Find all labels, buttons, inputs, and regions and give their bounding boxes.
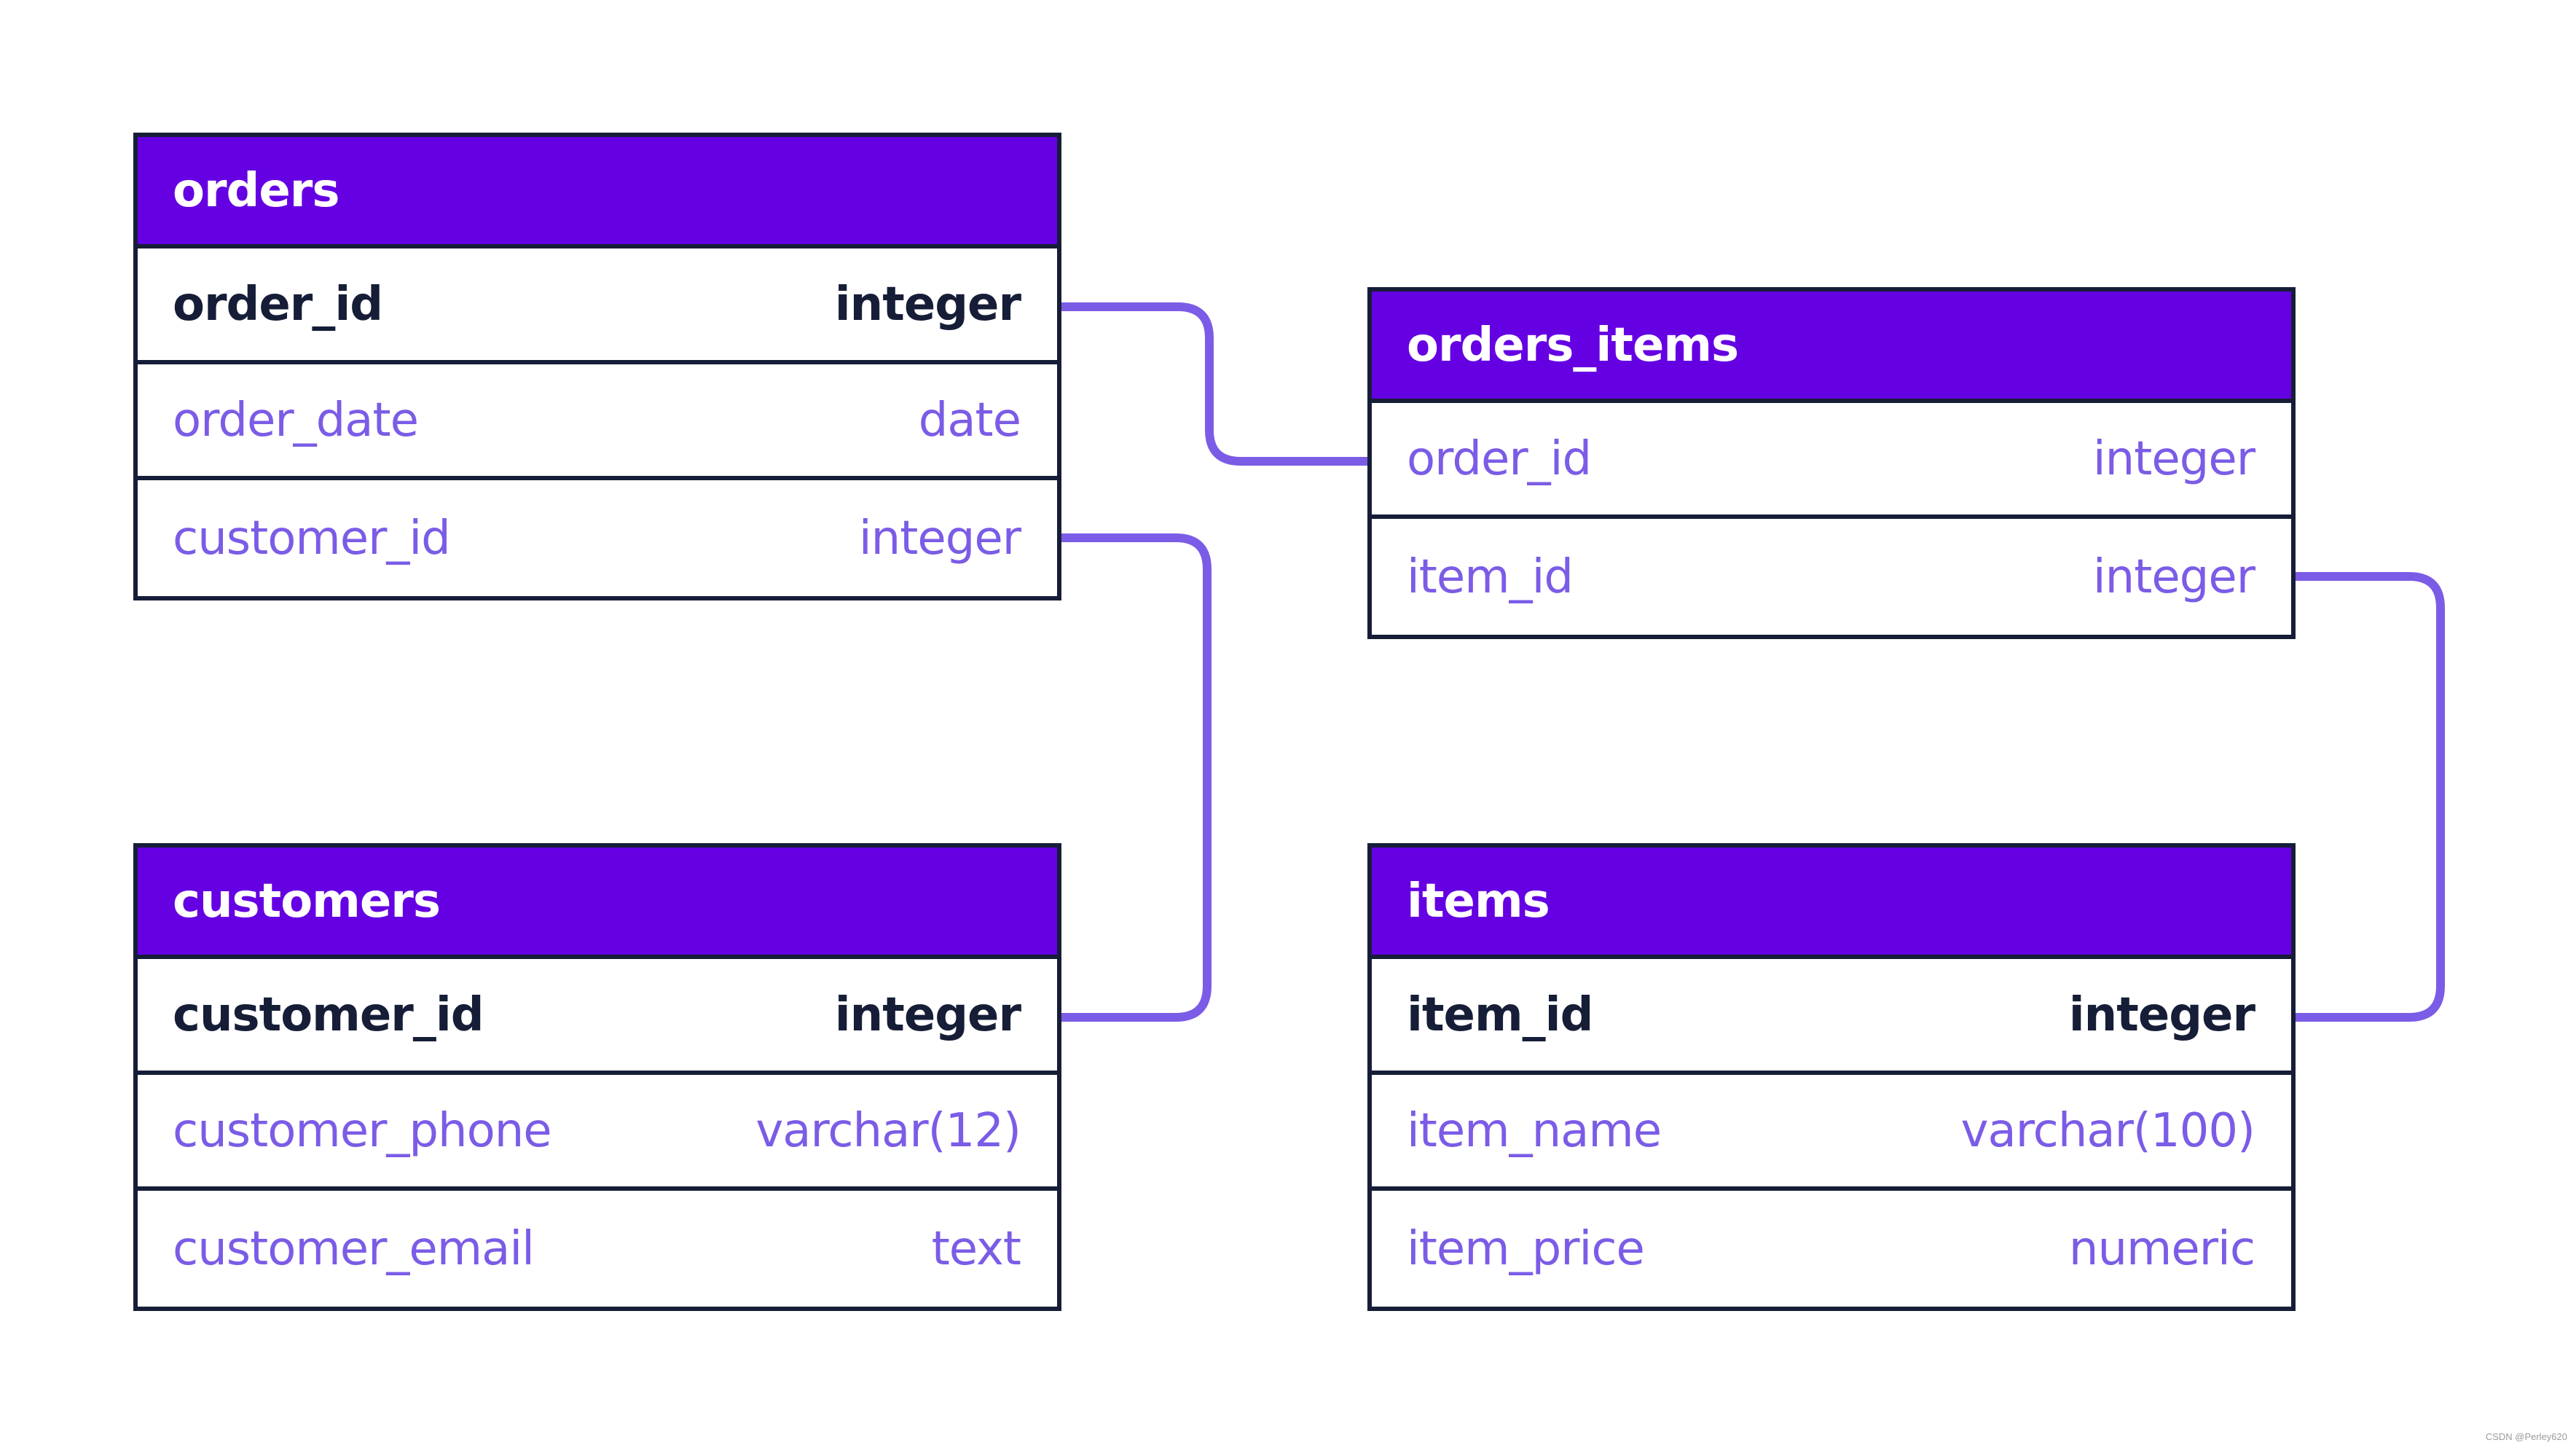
column-name: order_date	[173, 393, 419, 447]
column-type: varchar(12)	[755, 1103, 1021, 1158]
table-items[interactable]: items item_id integer item_name varchar(…	[1367, 843, 2296, 1311]
table-customers[interactable]: customers customer_id integer customer_p…	[133, 843, 1061, 1311]
column-name: order_id	[1407, 431, 1592, 486]
column-name: item_price	[1407, 1221, 1645, 1276]
table-header[interactable]: orders	[138, 137, 1057, 248]
table-row[interactable]: customer_email text	[138, 1191, 1057, 1307]
column-name: customer_phone	[173, 1103, 552, 1158]
watermark: CSDN @Perley620	[2485, 1431, 2567, 1442]
column-name: customer_id	[173, 987, 484, 1042]
column-name: item_id	[1407, 549, 1574, 604]
table-row[interactable]: item_id integer	[1372, 519, 2291, 635]
table-row[interactable]: customer_id integer	[138, 480, 1057, 596]
column-name: customer_id	[173, 511, 451, 565]
column-type: text	[931, 1221, 1021, 1276]
connector-orders-items-item-id-to-items-item-id	[2296, 572, 2445, 1022]
column-type: integer	[858, 511, 1021, 565]
column-type: integer	[834, 987, 1021, 1042]
column-type: integer	[2068, 987, 2255, 1042]
connector-orders-order-id-to-orders-items-order-id	[1061, 302, 1367, 466]
table-row[interactable]: order_id integer	[138, 248, 1057, 364]
table-header[interactable]: items	[1372, 848, 2291, 959]
column-type: varchar(100)	[1960, 1103, 2255, 1158]
table-header[interactable]: orders_items	[1372, 291, 2291, 403]
column-name: customer_email	[173, 1221, 535, 1276]
table-row[interactable]: item_name varchar(100)	[1372, 1075, 2291, 1191]
table-orders[interactable]: orders order_id integer order_date date …	[133, 133, 1061, 600]
table-row[interactable]: item_price numeric	[1372, 1191, 2291, 1307]
table-row[interactable]: customer_phone varchar(12)	[138, 1075, 1057, 1191]
column-name: item_name	[1407, 1103, 1662, 1158]
column-type: integer	[2092, 549, 2255, 604]
table-row[interactable]: order_id integer	[1372, 403, 2291, 519]
column-name: order_id	[173, 277, 383, 332]
table-row[interactable]: customer_id integer	[138, 959, 1057, 1075]
connector-orders-customer-id-to-customers-customer-id	[1061, 533, 1212, 1022]
table-orders-items[interactable]: orders_items order_id integer item_id in…	[1367, 287, 2296, 639]
column-name: item_id	[1407, 987, 1593, 1042]
column-type: integer	[834, 277, 1021, 332]
table-row[interactable]: item_id integer	[1372, 959, 2291, 1075]
table-row[interactable]: order_date date	[138, 364, 1057, 480]
column-type: integer	[2092, 431, 2255, 486]
column-type: numeric	[2068, 1221, 2255, 1276]
table-header[interactable]: customers	[138, 848, 1057, 959]
column-type: date	[918, 393, 1021, 447]
